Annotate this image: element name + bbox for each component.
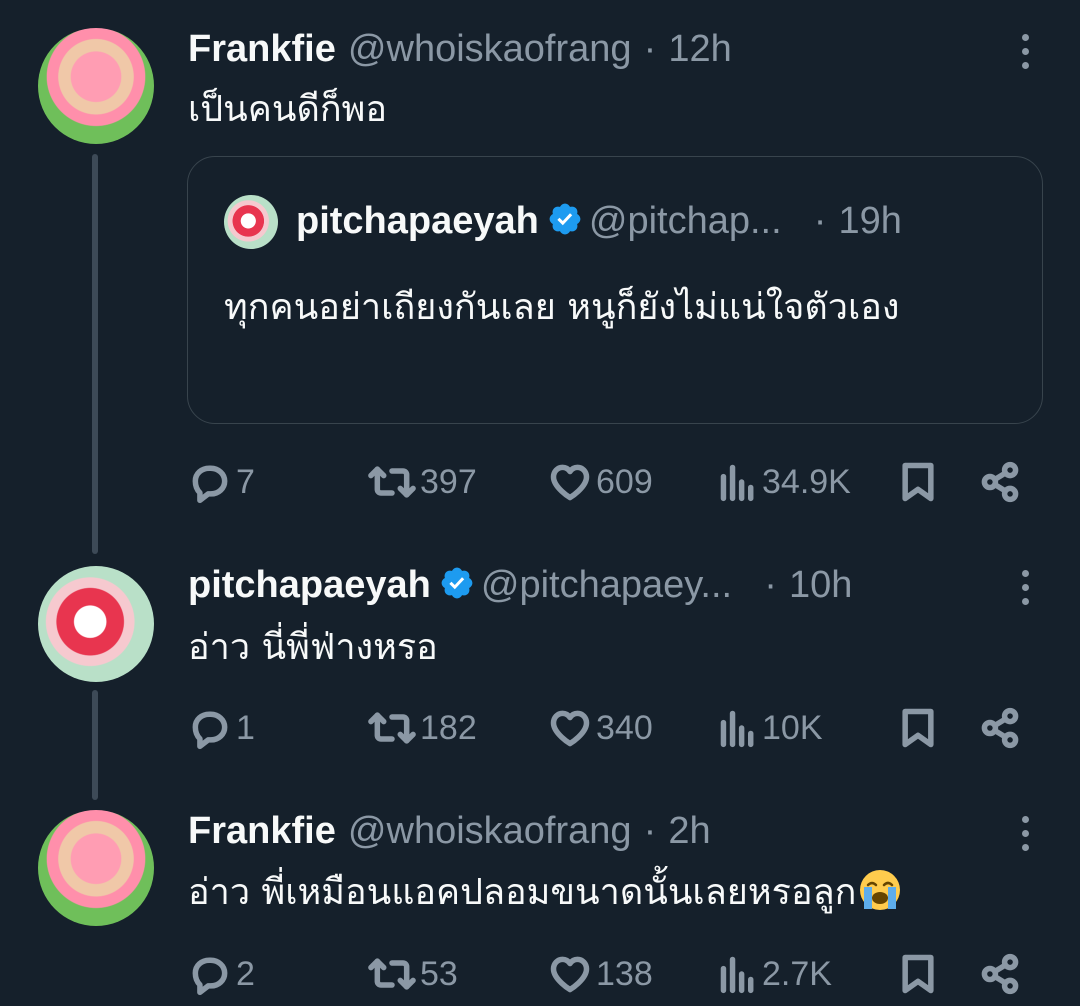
reply-button[interactable]: 1	[188, 706, 255, 750]
author-handle[interactable]: @whoiskaofrang	[348, 28, 632, 70]
retweet-button[interactable]: 53	[368, 952, 458, 996]
verified-icon	[549, 203, 581, 235]
reply-count: 7	[236, 462, 255, 501]
quoted-author-name: pitchapaeyah	[296, 200, 539, 242]
reply-count: 2	[236, 954, 255, 993]
tweet[interactable]: Frankfie @whoiskaofrang · 2h อ่าว พี่เหม…	[0, 790, 1080, 1006]
retweet-count: 397	[420, 462, 477, 501]
avatar[interactable]	[38, 28, 154, 144]
views-button[interactable]: 34.9K	[718, 460, 851, 504]
retweet-icon	[368, 712, 416, 744]
retweet-icon	[368, 958, 416, 990]
share-button[interactable]	[978, 706, 1022, 750]
like-count: 138	[596, 954, 653, 993]
view-count: 34.9K	[762, 462, 851, 501]
like-count: 609	[596, 462, 653, 501]
tweet-text-wrap: อ่าว พี่เหมือนแอคปลอมขนาดนั้นเลยหรอลูก	[188, 868, 902, 917]
more-icon[interactable]	[1022, 34, 1030, 76]
reply-icon	[192, 465, 228, 504]
share-button[interactable]	[978, 952, 1022, 996]
views-icon	[720, 710, 754, 748]
like-icon	[550, 464, 590, 501]
retweet-button[interactable]: 182	[368, 706, 477, 750]
views-icon	[720, 464, 754, 502]
separator-dot: ·	[643, 28, 657, 70]
separator-dot: ·	[643, 810, 657, 852]
like-button[interactable]: 138	[548, 952, 653, 996]
quoted-timestamp: 19h	[838, 200, 902, 242]
author-name[interactable]: Frankfie	[188, 810, 336, 852]
tweet[interactable]: Frankfie @whoiskaofrang · 12h เป็นคนดีก็…	[0, 0, 1080, 520]
views-button[interactable]: 10K	[718, 706, 823, 750]
bookmark-button[interactable]	[898, 706, 938, 750]
more-icon[interactable]	[1022, 570, 1030, 612]
reply-button[interactable]: 2	[188, 952, 255, 996]
author-handle[interactable]: @pitchapaey...	[481, 564, 732, 606]
quoted-tweet[interactable]: pitchapaeyah @pitchap... · 19h ทุกคนอย่าเ…	[187, 156, 1043, 424]
retweet-button[interactable]: 397	[368, 460, 477, 504]
timestamp[interactable]: 2h	[668, 810, 710, 852]
like-icon	[550, 710, 590, 747]
reply-icon	[192, 957, 228, 996]
author-name[interactable]: Frankfie	[188, 28, 336, 70]
quoted-author-handle: @pitchap...	[588, 200, 782, 242]
action-bar: 1 182 340 10K	[188, 706, 1038, 750]
quoted-text: ทุกคนอย่าเถียงกันเลย หนูก็ยังไม่แน่ใจตัว…	[224, 287, 900, 328]
tweet-text: อ่าว นี่พี่ฟ่างหรอ	[188, 627, 438, 668]
view-count: 2.7K	[762, 954, 832, 993]
reply-icon	[192, 711, 228, 750]
like-button[interactable]: 609	[548, 460, 653, 504]
tweet-text: อ่าว พี่เหมือนแอคปลอมขนาดนั้นเลยหรอลูก	[188, 872, 857, 913]
avatar[interactable]	[38, 810, 154, 926]
action-bar: 7 397 609 34.9K	[188, 460, 1038, 504]
share-button[interactable]	[978, 460, 1022, 504]
bookmark-icon	[902, 462, 934, 502]
retweet-count: 53	[420, 954, 458, 993]
share-icon	[981, 461, 1019, 503]
crying-emoji	[860, 870, 901, 910]
separator-dot: ·	[813, 200, 827, 242]
share-icon	[981, 953, 1019, 995]
reply-button[interactable]: 7	[188, 460, 255, 504]
views-button[interactable]: 2.7K	[718, 952, 832, 996]
timestamp[interactable]: 12h	[668, 28, 731, 70]
action-bar: 2 53 138 2.7K	[188, 952, 1038, 996]
reply-count: 1	[236, 708, 255, 747]
timestamp[interactable]: 10h	[789, 564, 852, 606]
separator-dot: ·	[764, 564, 777, 606]
retweet-count: 182	[420, 708, 477, 747]
author-handle[interactable]: @whoiskaofrang	[348, 810, 632, 852]
view-count: 10K	[762, 708, 823, 747]
tweet-text: เป็นคนดีก็พอ	[188, 89, 387, 130]
like-button[interactable]: 340	[548, 706, 653, 750]
like-count: 340	[596, 708, 653, 747]
tweet[interactable]: pitchapaeyah @pitchapaey... · 10h อ่าว นี…	[0, 540, 1080, 780]
like-icon	[550, 956, 590, 993]
views-icon	[720, 956, 754, 994]
author-name[interactable]: pitchapaeyah	[188, 564, 431, 606]
verified-icon	[441, 567, 473, 599]
bookmark-icon	[902, 954, 934, 994]
more-icon[interactable]	[1022, 816, 1030, 858]
bookmark-button[interactable]	[898, 952, 938, 996]
avatar[interactable]	[38, 566, 154, 682]
bookmark-icon	[902, 708, 934, 748]
quoted-avatar[interactable]	[224, 195, 278, 249]
share-icon	[981, 707, 1019, 749]
bookmark-button[interactable]	[898, 460, 938, 504]
retweet-icon	[368, 466, 416, 498]
